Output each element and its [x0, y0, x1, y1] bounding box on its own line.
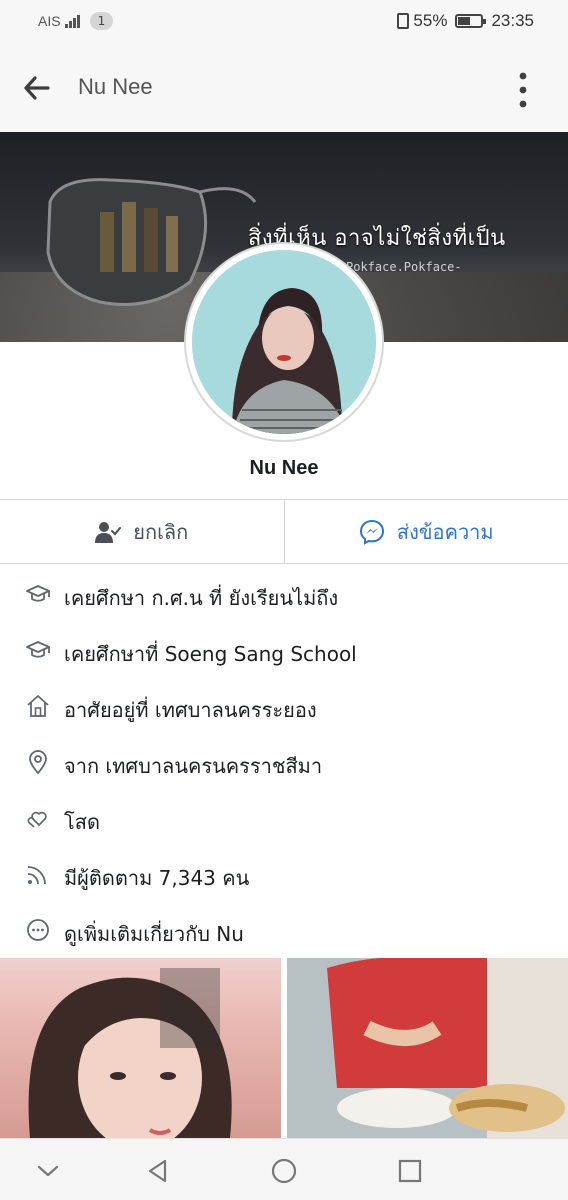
photo-thumbnail[interactable] — [287, 958, 568, 1138]
info-text: จาก เทศบาลนครนครราชสีมา — [64, 754, 323, 778]
cover-credit: Pokface.Pokface- — [346, 260, 462, 274]
home-icon — [27, 695, 49, 717]
status-right: 55% 23:35 — [397, 11, 534, 31]
info-row-current-city: อาศัยอยู่ที่ เทศบาลนครระยอง — [0, 678, 568, 734]
nav-back-button[interactable] — [144, 1157, 172, 1185]
signal-icon — [64, 14, 80, 28]
photo-thumbnail[interactable] — [0, 958, 281, 1138]
profile-actions: ยกเลิก ส่งข้อความ — [0, 499, 568, 564]
location-pin-icon — [29, 750, 47, 775]
chevron-down-icon — [37, 1165, 59, 1177]
info-text: อาศัยอยู่ที่ เทศบาลนครระยอง — [64, 698, 317, 722]
message-button[interactable]: ส่งข้อความ — [283, 500, 568, 563]
status-left: AIS 1 — [38, 12, 114, 30]
notification-badge: 1 — [89, 12, 114, 30]
unfriend-label: ยกเลิก — [133, 519, 189, 544]
info-row-see-more[interactable]: ดูเพิ่มเติมเกี่ยวกับ Nu — [0, 902, 568, 958]
square-recents-icon — [398, 1159, 422, 1183]
photo-image — [28, 968, 232, 1138]
messenger-icon — [359, 519, 384, 545]
rss-icon — [27, 866, 46, 885]
more-vertical-icon — [519, 72, 527, 108]
hearts-icon — [27, 811, 47, 828]
back-arrow-icon — [24, 76, 50, 100]
info-row-education-2: เคยศึกษาที่ Soeng Sang School — [0, 622, 568, 678]
vibrate-icon — [397, 13, 410, 29]
back-button[interactable] — [22, 74, 52, 102]
info-row-followers[interactable]: มีผู้ติดตาม 7,343 คน — [0, 846, 568, 902]
carrier-label: AIS — [38, 13, 61, 29]
info-row-hometown: จาก เทศบาลนครนครราชสีมา — [0, 734, 568, 790]
more-options-button[interactable] — [512, 70, 534, 110]
info-text: โสด — [64, 810, 100, 834]
graduation-cap-icon — [26, 641, 50, 658]
message-label: ส่งข้อความ — [396, 519, 494, 544]
info-text: เคยศึกษา ก.ศ.น ที่ ยังเรียนไม่ถึง — [64, 586, 339, 610]
info-row-relationship: โสด — [0, 790, 568, 846]
info-text: เคยศึกษาที่ Soeng Sang School — [64, 642, 357, 666]
clock: 23:35 — [491, 11, 534, 30]
photo-grid — [0, 958, 568, 1138]
info-row-education-1: เคยศึกษา ก.ศ.น ที่ ยังเรียนไม่ถึง — [0, 566, 568, 622]
page-title: Nu Nee — [78, 74, 153, 99]
status-bar: AIS 1 55% 23:35 — [0, 0, 568, 44]
info-text: มีผู้ติดตาม 7,343 คน — [64, 866, 250, 890]
unfriend-button[interactable]: ยกเลิก — [0, 500, 284, 563]
nav-home-button[interactable] — [270, 1157, 298, 1185]
app-header: Nu Nee — [0, 44, 568, 132]
nav-hide-button[interactable] — [34, 1157, 62, 1185]
battery-icon — [455, 14, 487, 28]
more-circle-icon — [27, 919, 49, 941]
circle-home-icon — [271, 1158, 297, 1184]
avatar-portrait — [192, 250, 376, 434]
photo-image — [287, 958, 568, 1138]
profile-name: Nu Nee — [249, 457, 319, 479]
profile-info-list: เคยศึกษา ก.ศ.น ที่ ยังเรียนไม่ถึง เคยศึก… — [0, 566, 568, 958]
battery-percent: 55% — [413, 11, 448, 30]
friend-check-icon — [95, 521, 122, 543]
triangle-back-icon — [148, 1159, 167, 1183]
nav-recents-button[interactable] — [396, 1157, 424, 1185]
system-nav-bar — [0, 1138, 568, 1200]
graduation-cap-icon — [26, 585, 50, 602]
profile-avatar[interactable] — [184, 242, 384, 442]
info-text: ดูเพิ่มเติมเกี่ยวกับ Nu — [64, 922, 244, 946]
